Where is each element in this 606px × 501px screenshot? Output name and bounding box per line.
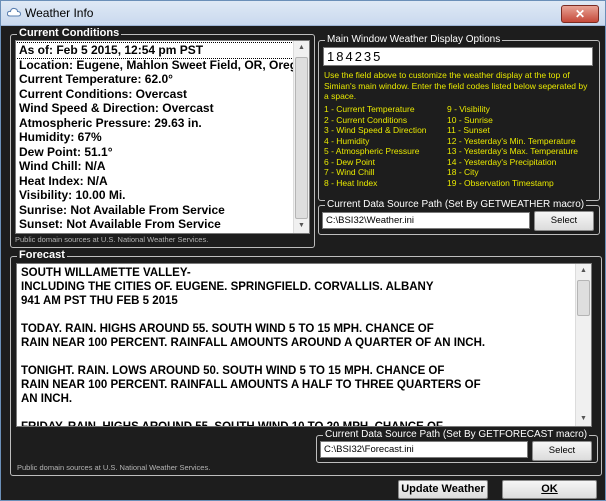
forecast-textbox[interactable]: SOUTH WILLAMETTE VALLEY- INCLUDING THE CI… [16, 263, 592, 427]
forecast-label: Forecast [17, 249, 67, 262]
current-conditions-line: Heat Index: N/A [19, 173, 108, 188]
field-code-item: 8 - Heat Index [324, 177, 378, 188]
weather-source-group: Current Data Source Path (Set By GETWEAT… [318, 198, 600, 235]
forecast-line: TONIGHT. RAIN. LOWS AROUND 50. SOUTH WIN… [21, 365, 445, 377]
current-conditions-textbox[interactable]: As of: Feb 5 2015, 12:54 pm PST Location:… [15, 40, 310, 234]
window-title: Weather Info [25, 6, 94, 20]
forecast-source-label: Current Data Source Path (Set By GETFORE… [323, 428, 590, 441]
close-button[interactable]: ✕ [561, 5, 599, 23]
scroll-down-arrow-icon[interactable]: ▼ [576, 412, 591, 426]
scroll-thumb[interactable] [577, 280, 590, 316]
current-conditions-line: Current Conditions: Overcast [19, 86, 188, 101]
ok-button[interactable]: OK [502, 480, 597, 499]
current-conditions-line: Sunset: Not Available From Service [19, 217, 221, 231]
forecast-line: INCLUDING THE CITIES OF. EUGENE. SPRINGF… [21, 281, 434, 293]
field-code-item: 4 - Humidity [324, 135, 370, 146]
current-conditions-source-note: Public domain sources at U.S. National W… [15, 235, 209, 244]
scroll-down-arrow-icon[interactable]: ▼ [294, 219, 309, 233]
field-code-item: 2 - Current Conditions [324, 114, 408, 125]
field-code-item: 1 - Current Temperature [324, 104, 415, 114]
field-code-item: 11 - Sunset [447, 125, 490, 135]
scroll-thumb[interactable] [295, 57, 308, 219]
update-weather-button[interactable]: Update Weather [398, 480, 488, 499]
forecast-blank-line [21, 350, 591, 364]
forecast-group: Forecast SOUTH WILLAMETTE VALLEY- INCLUDI… [10, 249, 602, 476]
current-conditions-line: Location: Eugene, Mahlon Sweet Field, OR… [19, 57, 298, 72]
field-code-item: 18 - City [447, 167, 479, 177]
weather-select-button[interactable]: Select [534, 211, 594, 231]
forecast-source-note: Public domain sources at U.S. National W… [17, 463, 211, 472]
forecast-line: FRIDAY. RAIN. HIGHS AROUND 55. SOUTH WIN… [21, 421, 443, 427]
display-options-instructions: Use the field above to customize the wea… [324, 70, 588, 101]
current-conditions-scrollbar[interactable]: ▲ ▼ [293, 41, 309, 233]
current-conditions-line: Wind Chill: N/A [19, 159, 106, 173]
forecast-scrollbar[interactable]: ▲ ▼ [575, 264, 591, 426]
field-code-item: 12 - Yesterday's Min. Temperature [447, 135, 576, 146]
field-codes-input[interactable]: 184235 [323, 47, 593, 66]
forecast-blank-line [21, 406, 591, 420]
forecast-line: AN INCH. [21, 393, 73, 405]
weather-info-window: Weather Info ✕ Current Conditions As of:… [0, 0, 606, 501]
weather-source-label: Current Data Source Path (Set By GETWEAT… [325, 198, 587, 211]
field-code-item: 14 - Yesterday's Precipitation [447, 156, 557, 167]
forecast-source-path-input[interactable]: C:\BSI32\Forecast.ini [320, 441, 528, 458]
field-code-item: 7 - Wind Chill [324, 167, 375, 177]
weather-source-path-input[interactable]: C:\BSI32\Weather.ini [322, 212, 530, 229]
field-code-item: 6 - Dew Point [324, 156, 376, 167]
scroll-up-arrow-icon[interactable]: ▲ [294, 41, 309, 55]
field-code-item: 9 - Visibility [447, 104, 490, 114]
forecast-blank-line [21, 308, 591, 322]
current-conditions-group: Current Conditions As of: Feb 5 2015, 12… [10, 27, 315, 248]
display-options-group: Main Window Weather Display Options 1842… [318, 33, 600, 201]
forecast-line: 941 AM PST THU FEB 5 2015 [21, 295, 178, 307]
forecast-line: TODAY. RAIN. HIGHS AROUND 55. SOUTH WIND… [21, 323, 434, 335]
forecast-line: SOUTH WILLAMETTE VALLEY- [21, 267, 191, 279]
forecast-line: RAIN NEAR 100 PERCENT. RAINFALL AMOUNTS … [21, 379, 481, 391]
current-conditions-line: Humidity: 67% [19, 130, 102, 144]
forecast-source-group: Current Data Source Path (Set By GETFORE… [316, 428, 598, 463]
current-conditions-line: Yesterday's Max. Temp.: 52°F [16, 232, 309, 234]
current-conditions-line: Atmospheric Pressure: 29.63 in. [19, 115, 202, 130]
field-code-item: 3 - Wind Speed & Direction [324, 125, 427, 135]
field-code-item: 5 - Atmospheric Pressure [324, 146, 420, 156]
field-code-item: 13 - Yesterday's Max. Temperature [447, 146, 578, 156]
forecast-select-button[interactable]: Select [532, 441, 592, 461]
current-conditions-line: Dew Point: 51.1° [19, 144, 113, 159]
current-conditions-line: As of: Feb 5 2015, 12:54 pm PST [16, 42, 309, 59]
scroll-up-arrow-icon[interactable]: ▲ [576, 264, 591, 278]
title-bar[interactable]: Weather Info ✕ [1, 1, 605, 26]
display-options-label: Main Window Weather Display Options [325, 33, 503, 46]
current-conditions-line: Visibility: 10.00 Mi. [19, 188, 126, 202]
field-code-item: 10 - Sunrise [447, 114, 493, 125]
current-conditions-line: Current Temperature: 62.0° [19, 72, 173, 86]
current-conditions-line: Wind Speed & Direction: Overcast [19, 101, 214, 115]
current-conditions-label: Current Conditions [17, 27, 122, 40]
current-conditions-line: Sunrise: Not Available From Service [19, 202, 225, 217]
forecast-line: RAIN NEAR 100 PERCENT. RAINFALL AMOUNTS … [21, 337, 486, 349]
cloud-icon [7, 7, 21, 17]
field-code-item: 19 - Observation Timestamp [447, 177, 554, 188]
